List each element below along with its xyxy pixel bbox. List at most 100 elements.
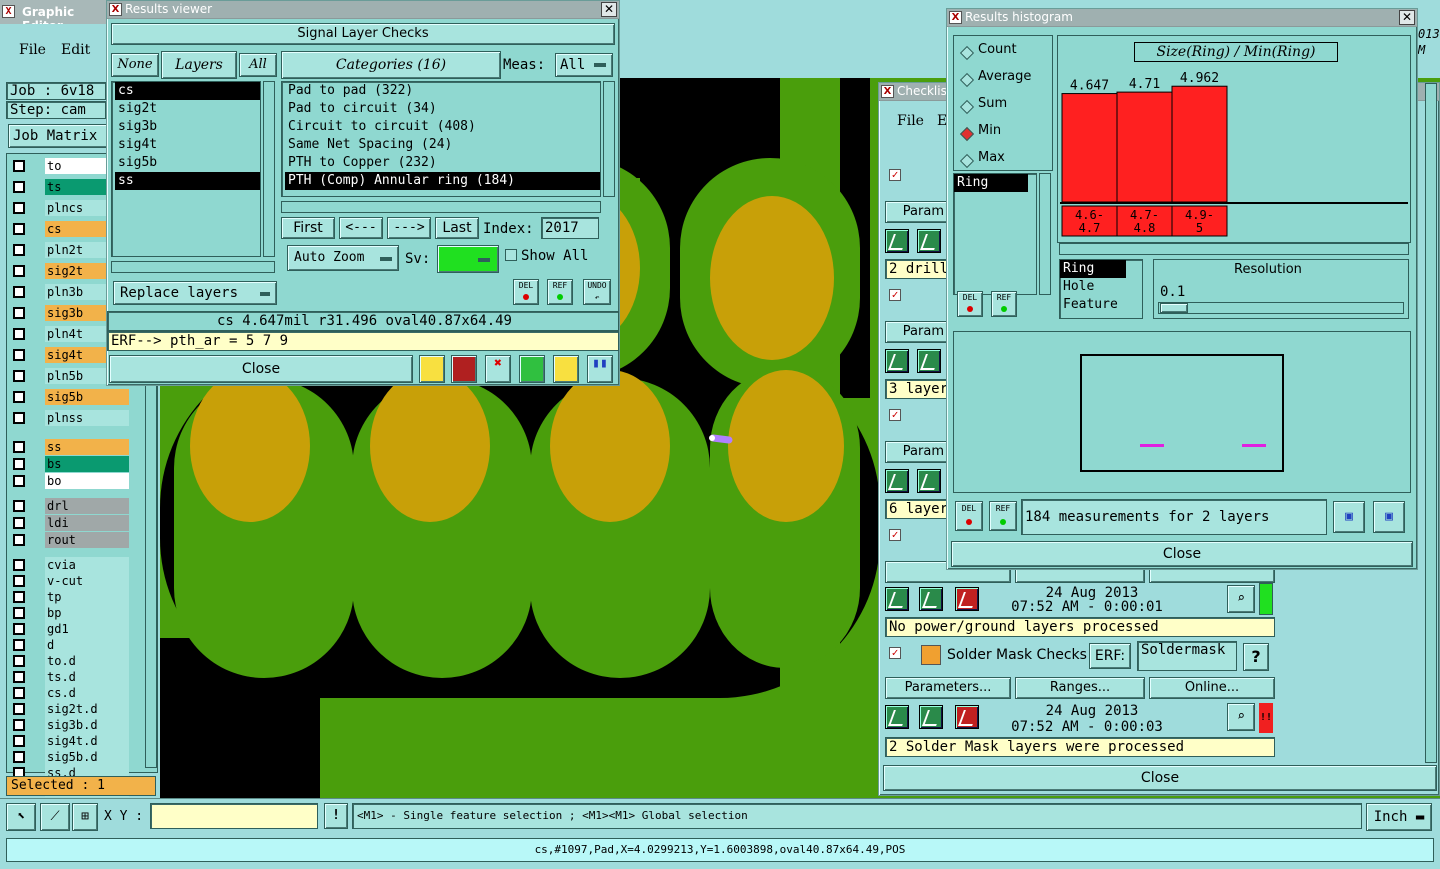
property-item[interactable]: Ring [1060, 260, 1126, 278]
category-item[interactable]: Circuit to circuit (408) [285, 118, 600, 136]
layer-row-bo[interactable]: bo [11, 473, 129, 489]
property-item[interactable]: Feature [1060, 296, 1142, 314]
measure-item[interactable]: Ring [954, 174, 1028, 192]
toolbar-icon-2[interactable] [451, 355, 477, 383]
online-button[interactable]: Online... [1149, 677, 1275, 699]
histogram-bar[interactable] [1116, 91, 1173, 203]
param-button[interactable]: Param [885, 441, 949, 463]
layer-checkbox[interactable] [13, 517, 25, 529]
layer-checkbox[interactable] [13, 286, 25, 298]
layer-checkbox[interactable] [13, 391, 25, 403]
property-item[interactable]: Hole [1060, 278, 1142, 296]
layer-row-d[interactable]: d [11, 637, 129, 653]
layer-row-sig3b.d[interactable]: sig3b.d [11, 717, 129, 733]
close-icon[interactable]: ✕ [601, 2, 617, 17]
toolbar-icon-4[interactable] [519, 355, 545, 383]
stop-icon[interactable] [955, 705, 979, 729]
stop-icon[interactable] [955, 587, 979, 611]
category-list[interactable]: Pad to pad (322) Pad to circuit (34) Circu… [281, 81, 601, 197]
checklist-menu-file[interactable]: File [897, 113, 924, 129]
layer-list-scrollbar[interactable] [263, 81, 275, 257]
results-viewer-titlebar[interactable]: X Results viewer ✕ [107, 1, 619, 19]
export-icon[interactable]: ▣ [1333, 501, 1365, 533]
layer-row-sig2t.d[interactable]: sig2t.d [11, 701, 129, 717]
next-button[interactable]: ---> [387, 217, 431, 239]
check-mark-icon[interactable]: ✓ [889, 289, 901, 301]
layer-checkbox[interactable] [13, 265, 25, 277]
layer-checkbox[interactable] [13, 441, 25, 453]
toolbar-icon-1[interactable] [419, 355, 445, 383]
layer-row-drl[interactable]: drl [11, 498, 129, 514]
category-item[interactable]: Same Net Spacing (24) [285, 136, 600, 154]
layer-row-ss[interactable]: ss [11, 439, 129, 455]
prev-button[interactable]: <--- [339, 217, 383, 239]
meas-select[interactable]: All [555, 53, 613, 77]
menu-edit[interactable]: Edit [61, 42, 90, 58]
param-button[interactable]: Param [885, 201, 949, 223]
layer-row-sig4t.d[interactable]: sig4t.d [11, 733, 129, 749]
checklist-close-button[interactable]: Close [883, 765, 1437, 791]
last-button[interactable]: Last [435, 217, 479, 239]
layer-checkbox[interactable] [13, 412, 25, 424]
menu-file[interactable]: File [19, 42, 46, 58]
categories-button[interactable]: Categories (16) [281, 51, 501, 79]
layer-checkbox[interactable] [13, 687, 25, 699]
histogram-hscrollbar[interactable] [1059, 243, 1409, 255]
job-matrix-button[interactable]: Job Matrix [8, 124, 108, 148]
layer-checkbox[interactable] [13, 244, 25, 256]
resolution-thumb[interactable] [1160, 303, 1188, 313]
layer-checkbox[interactable] [13, 223, 25, 235]
units-select[interactable]: Inch ▬ [1366, 803, 1432, 831]
category-item[interactable]: PTH to Copper (232) [285, 154, 600, 172]
measure-tool-icon[interactable]: ⟋ [40, 803, 70, 831]
auto-zoom-select[interactable]: Auto Zoom [287, 245, 399, 271]
category-hscrollbar[interactable] [281, 201, 601, 213]
mode-radio-average[interactable] [959, 72, 975, 88]
layer-checkbox[interactable] [13, 202, 25, 214]
import-icon[interactable]: ▣ [1373, 501, 1405, 533]
run-all-icon[interactable] [919, 587, 943, 611]
close-icon[interactable]: ✕ [1399, 10, 1415, 25]
histogram-bar[interactable] [1171, 85, 1228, 203]
layer-checkbox[interactable] [13, 751, 25, 763]
layer-row-sig5b.d[interactable]: sig5b.d [11, 749, 129, 765]
resolution-slider[interactable] [1158, 302, 1404, 314]
layer-row-plnss[interactable]: plnss [11, 410, 129, 426]
measure-list[interactable]: Ring [953, 173, 1037, 295]
layer-checkbox[interactable] [13, 307, 25, 319]
first-button[interactable]: First [281, 217, 335, 239]
check-mark-icon[interactable]: ✓ [889, 169, 901, 181]
measure-scrollbar[interactable] [1039, 173, 1051, 295]
index-input[interactable]: 2017 [541, 217, 599, 239]
property-list[interactable]: Ring Hole Feature [1059, 259, 1143, 319]
layer-row-cs.d[interactable]: cs.d [11, 685, 129, 701]
layer-checkbox[interactable] [13, 160, 25, 172]
layer-item[interactable]: sig5b [115, 154, 260, 172]
preview-del-button[interactable]: DEL [955, 501, 983, 531]
layer-result-list[interactable]: cs sig2t sig3b sig4t sig5b ss [111, 81, 261, 257]
check-mark-icon[interactable]: ✓ [889, 647, 901, 659]
ref-button[interactable]: REF [547, 279, 573, 305]
layer-checkbox[interactable] [13, 575, 25, 587]
zoom-icon[interactable]: ⌕ [1227, 585, 1255, 613]
all-layers-button[interactable]: All [239, 53, 277, 77]
mode-radio-min[interactable] [959, 126, 975, 142]
hist-del-button[interactable]: DEL [957, 291, 983, 317]
layer-checkbox[interactable] [13, 735, 25, 747]
del-button[interactable]: DEL [513, 279, 539, 305]
histogram-icon[interactable]: ▮▮ [587, 355, 613, 383]
layer-row-sig5b[interactable]: sig5b [11, 389, 129, 405]
select-tool-icon[interactable]: ⬉ [6, 803, 36, 831]
layer-row-tp[interactable]: tp [11, 589, 129, 605]
layer-row-rout[interactable]: rout [11, 532, 129, 548]
layer-item[interactable]: cs [115, 82, 260, 100]
toolbar-icon-5[interactable] [553, 355, 579, 383]
layer-item[interactable]: sig2t [115, 100, 260, 118]
histogram-close-button[interactable]: Close [951, 541, 1413, 567]
layer-checkbox[interactable] [13, 655, 25, 667]
layer-item[interactable]: sig3b [115, 118, 260, 136]
layer-checkbox[interactable] [13, 349, 25, 361]
layer-checkbox[interactable] [13, 671, 25, 683]
category-scrollbar[interactable] [603, 81, 615, 197]
layer-checkbox[interactable] [13, 719, 25, 731]
